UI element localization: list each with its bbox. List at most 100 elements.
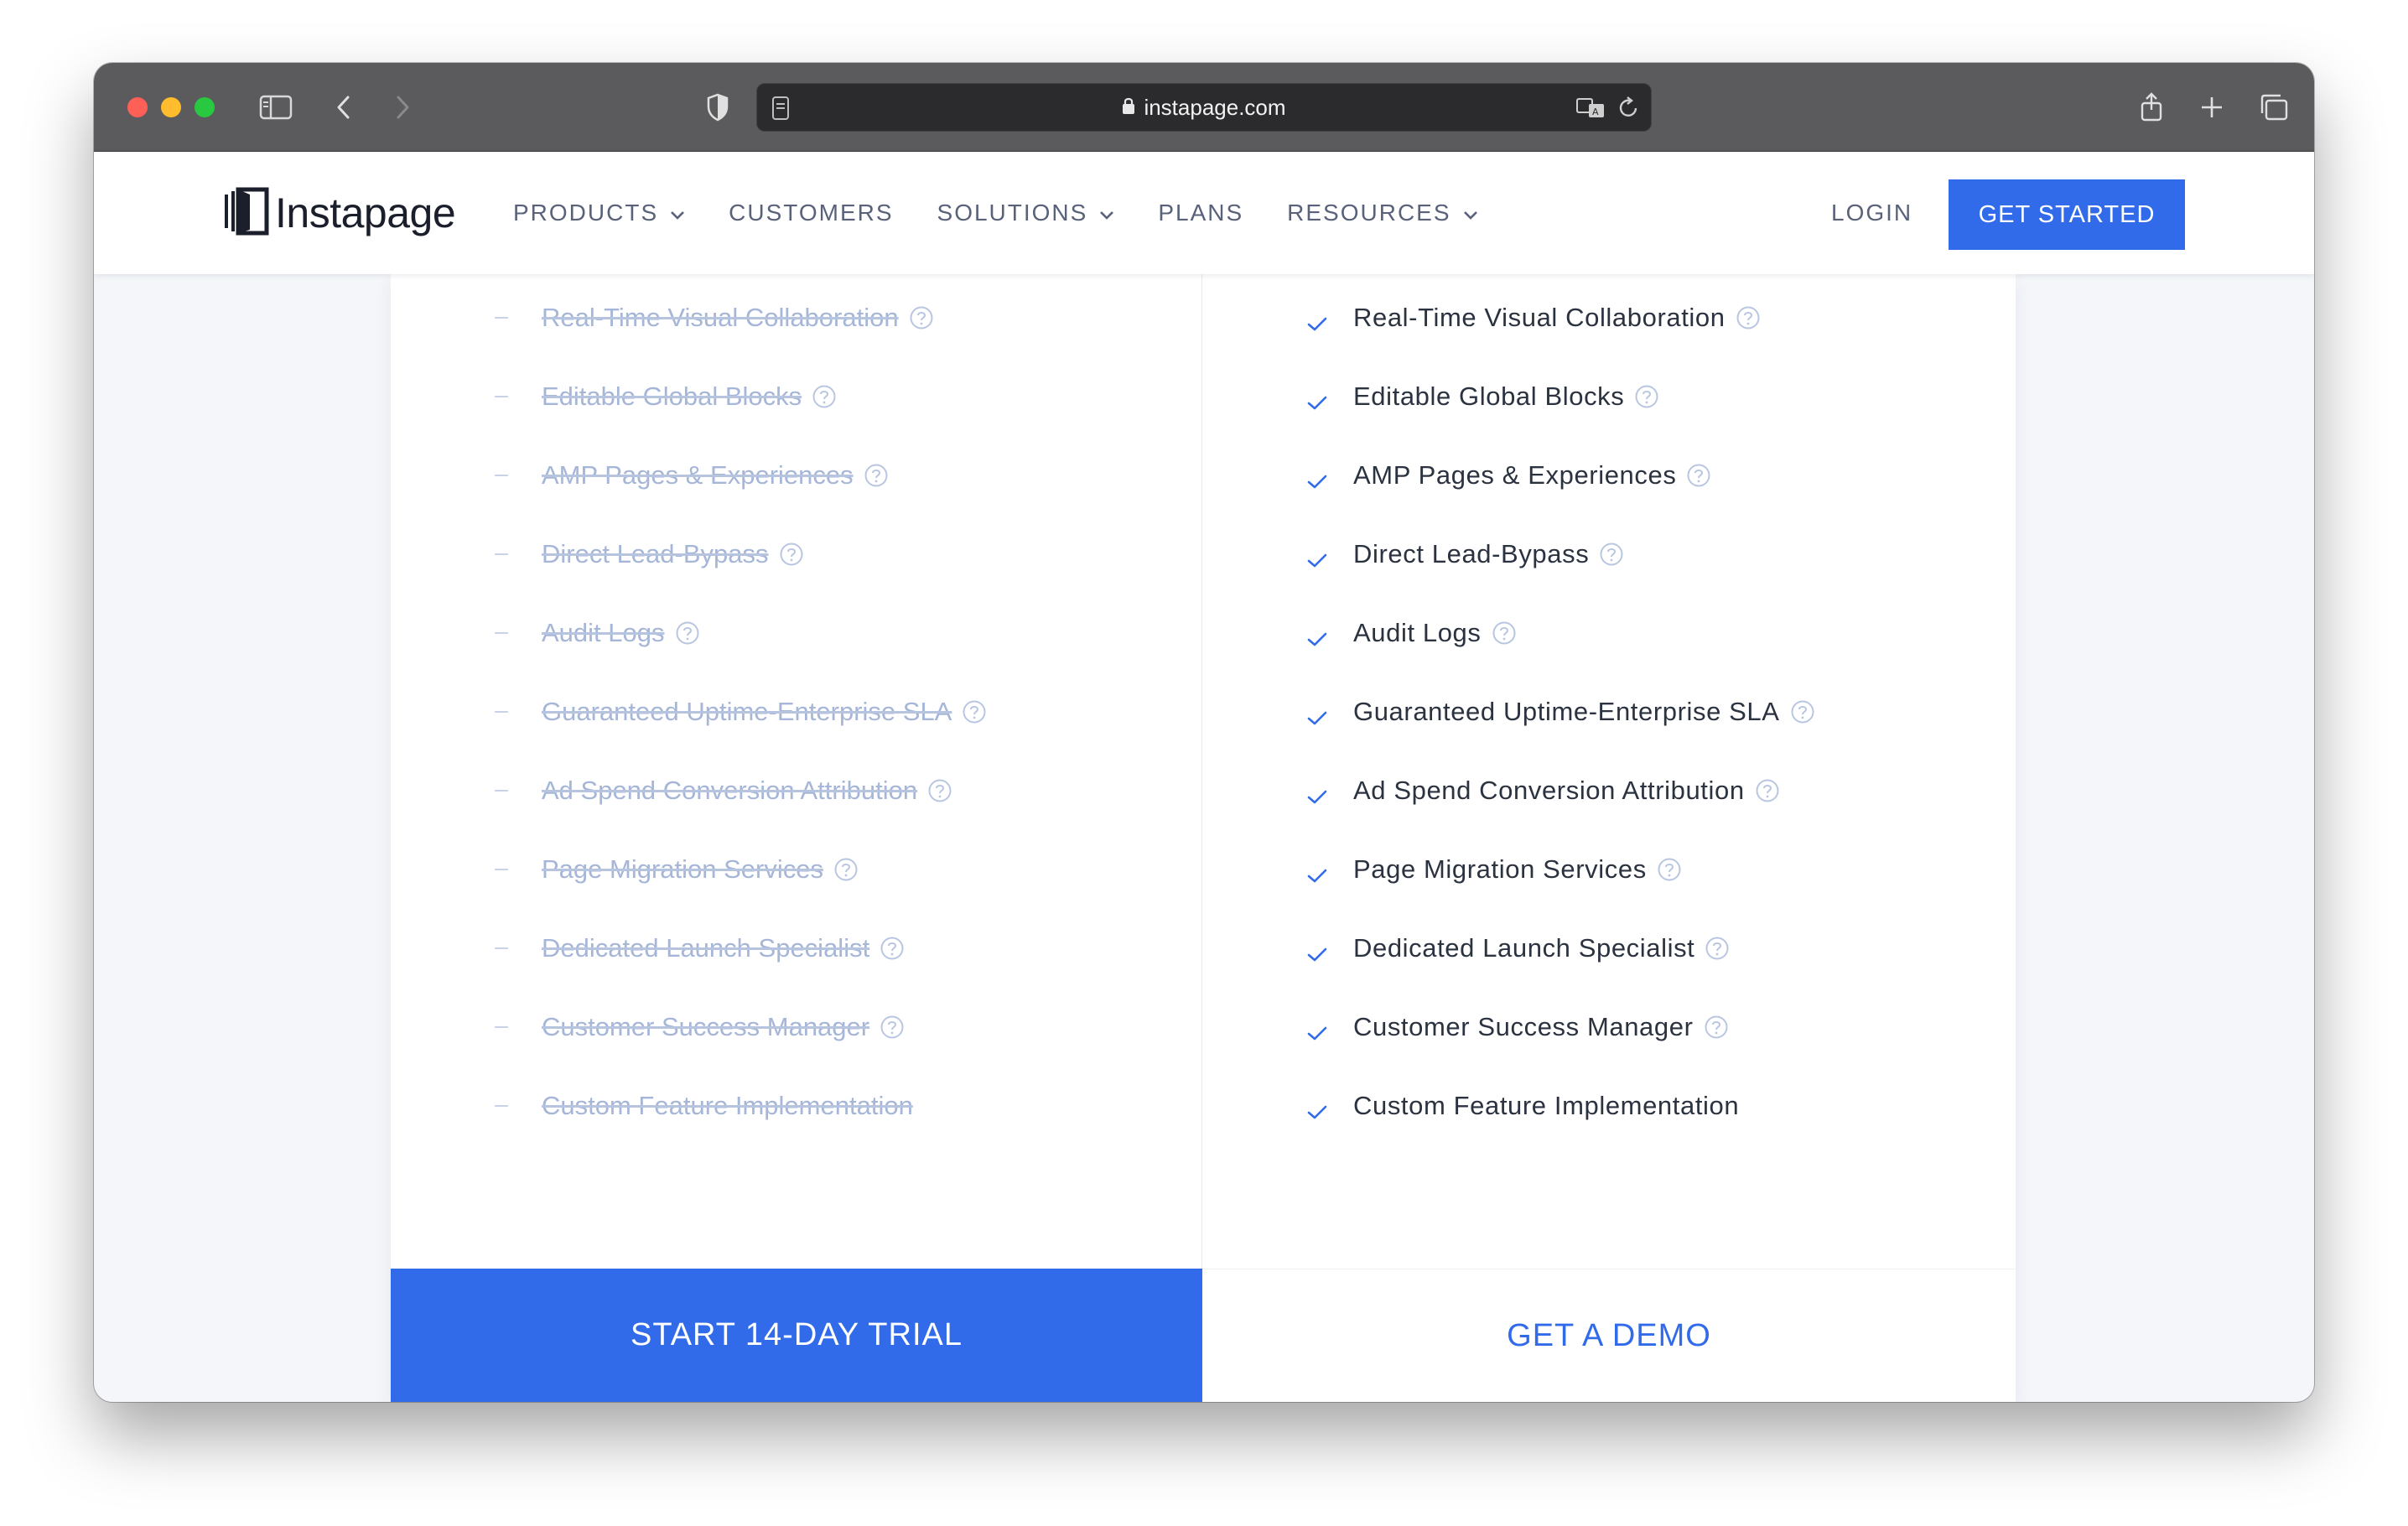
browser-toolbar: instapage.com A [94, 63, 2314, 152]
feature-label: Editable Global Blocks [542, 382, 802, 411]
help-question-icon[interactable] [779, 542, 804, 567]
feature-item: Customer Success Manager [1307, 1002, 1729, 1052]
instapage-logo-icon [223, 186, 270, 241]
feature-item: Page Migration Services [495, 844, 859, 895]
dash-icon [495, 396, 508, 397]
forward-arrow-icon[interactable] [386, 88, 419, 127]
dash-icon [495, 632, 508, 634]
feature-label: Guaranteed Uptime-Enterprise SLA [542, 697, 952, 726]
help-question-icon[interactable] [1686, 463, 1711, 488]
share-icon[interactable] [2135, 88, 2168, 127]
dash-icon [495, 711, 508, 713]
check-icon [1306, 546, 1328, 568]
help-question-icon[interactable] [675, 620, 700, 646]
chevron-down-icon [1099, 200, 1114, 226]
feature-label: Dedicated Launch Specialist [542, 933, 870, 963]
feature-item: Dedicated Launch Specialist [495, 923, 905, 973]
dash-icon [495, 947, 508, 949]
check-icon [1306, 309, 1328, 331]
plan-card-basic: Real-Time Visual Collaboration Editable G… [391, 274, 1202, 1402]
feature-item: Real-Time Visual Collaboration [495, 293, 934, 343]
feature-item: Dedicated Launch Specialist [1307, 923, 1730, 973]
main-nav: PRODUCTS CUSTOMERS SOLUTIONS PLANS RESOU… [513, 152, 1522, 274]
new-tab-plus-icon[interactable] [2195, 88, 2229, 127]
dash-icon [495, 1105, 508, 1107]
sidebar-toggle-icon[interactable] [257, 88, 295, 127]
feature-label: Audit Logs [1353, 618, 1482, 647]
plan-card-enterprise: Real-Time Visual Collaboration Editable G… [1202, 274, 2016, 1402]
help-question-icon[interactable] [1492, 620, 1517, 646]
nav-plans-label: PLANS [1158, 200, 1244, 226]
feature-label: Customer Success Manager [1353, 1012, 1694, 1041]
help-question-icon[interactable] [864, 463, 889, 488]
check-icon [1306, 782, 1328, 804]
nav-solutions-label: SOLUTIONS [937, 200, 1088, 226]
nav-resources-label: RESOURCES [1287, 200, 1451, 226]
tab-overview-icon[interactable] [2255, 88, 2292, 127]
feature-item: Real-Time Visual Collaboration [1307, 293, 1761, 343]
check-icon [1306, 1019, 1328, 1041]
check-icon [1306, 467, 1328, 489]
feature-label: AMP Pages & Experiences [1353, 460, 1677, 490]
reload-icon[interactable] [1617, 96, 1641, 125]
feature-item: Custom Feature Implementation [1307, 1081, 1739, 1131]
feature-item: Custom Feature Implementation [495, 1081, 913, 1131]
logo-text: Instapage [275, 189, 456, 236]
help-question-icon[interactable] [962, 699, 987, 724]
nav-customers[interactable]: CUSTOMERS [729, 200, 893, 226]
back-arrow-icon[interactable] [327, 88, 361, 127]
help-question-icon[interactable] [1657, 857, 1682, 882]
feature-item: Editable Global Blocks [495, 371, 837, 422]
check-icon [1306, 625, 1328, 646]
check-icon [1306, 388, 1328, 410]
address-bar[interactable]: instapage.com A [756, 83, 1652, 132]
feature-label: Ad Spend Conversion Attribution [1353, 776, 1745, 805]
help-question-icon[interactable] [927, 778, 952, 803]
start-trial-button[interactable]: START 14-DAY TRIAL [391, 1269, 1202, 1402]
check-icon [1306, 703, 1328, 725]
translate-icon[interactable]: A [1575, 96, 1607, 125]
nav-plans[interactable]: PLANS [1158, 200, 1243, 226]
minimize-window-button[interactable] [161, 97, 181, 117]
feature-item: Ad Spend Conversion Attribution [495, 766, 952, 816]
dash-icon [495, 475, 508, 476]
feature-label: AMP Pages & Experiences [542, 460, 854, 490]
help-question-icon[interactable] [1634, 384, 1659, 409]
help-question-icon[interactable] [812, 384, 837, 409]
help-question-icon[interactable] [880, 1015, 905, 1040]
dash-icon [495, 869, 508, 870]
get-demo-button[interactable]: GET A DEMO [1202, 1269, 2016, 1402]
help-question-icon[interactable] [1704, 1015, 1729, 1040]
nav-resources[interactable]: RESOURCES [1287, 200, 1477, 226]
browser-window: instapage.com A Instapage PRODUCTS CUSTO… [94, 63, 2314, 1402]
nav-products[interactable]: PRODUCTS [513, 200, 685, 226]
help-question-icon[interactable] [1790, 699, 1815, 724]
nav-customers-label: CUSTOMERS [729, 200, 894, 226]
zoom-window-button[interactable] [195, 97, 215, 117]
nav-solutions[interactable]: SOLUTIONS [937, 200, 1115, 226]
help-question-icon[interactable] [1599, 542, 1624, 567]
help-question-icon[interactable] [909, 305, 934, 330]
instapage-logo[interactable]: Instapage [223, 185, 456, 241]
help-question-icon[interactable] [1755, 778, 1780, 803]
nav-products-label: PRODUCTS [513, 200, 659, 226]
help-question-icon[interactable] [1736, 305, 1761, 330]
help-question-icon[interactable] [880, 936, 905, 961]
chevron-down-icon [1463, 200, 1478, 226]
feature-item: AMP Pages & Experiences [1307, 450, 1711, 501]
feature-item: Direct Lead-Bypass [495, 529, 804, 579]
privacy-shield-icon[interactable] [701, 88, 734, 127]
help-question-icon[interactable] [833, 857, 859, 882]
help-question-icon[interactable] [1705, 936, 1730, 961]
feature-label: Page Migration Services [1353, 854, 1647, 884]
check-icon [1306, 861, 1328, 883]
get-started-button[interactable]: GET STARTED [1949, 179, 2185, 250]
chevron-down-icon [670, 200, 685, 226]
check-icon [1306, 1098, 1328, 1119]
close-window-button[interactable] [127, 97, 148, 117]
feature-item: Ad Spend Conversion Attribution [1307, 766, 1780, 816]
login-link[interactable]: LOGIN [1831, 152, 1912, 274]
url-text: instapage.com [1144, 94, 1286, 120]
check-icon [1306, 940, 1328, 962]
feature-label: Page Migration Services [542, 854, 823, 884]
